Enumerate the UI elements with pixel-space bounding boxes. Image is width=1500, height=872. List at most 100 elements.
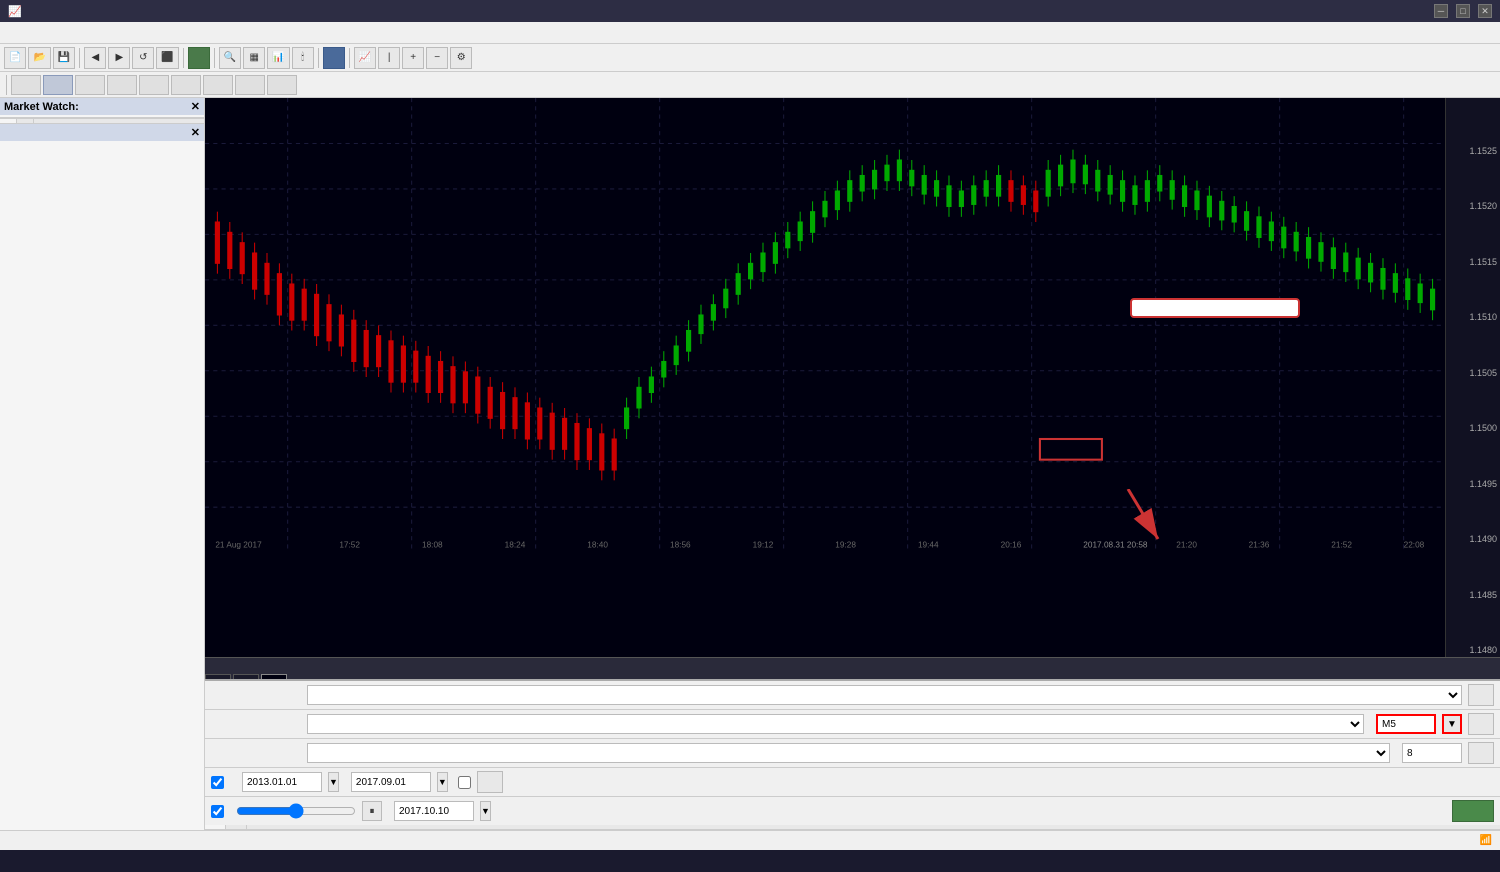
market-watch-close[interactable]: ✕ <box>191 100 200 113</box>
from-calendar[interactable]: ▼ <box>328 772 339 792</box>
market-watch-header: Market Watch: ✕ <box>0 98 204 115</box>
expert-properties-button[interactable] <box>1468 684 1494 706</box>
from-input[interactable] <box>242 772 322 792</box>
indicators-btn[interactable]: 📈 <box>354 47 376 69</box>
menu-bar <box>0 22 1500 44</box>
symbol-properties-button[interactable] <box>1468 713 1494 735</box>
svg-text:20:16: 20:16 <box>1001 540 1022 549</box>
menu-tools[interactable] <box>76 31 92 35</box>
bottom-tabs <box>205 825 1500 830</box>
svg-text:21:52: 21:52 <box>1331 540 1352 549</box>
annotation-box <box>1130 298 1300 318</box>
svg-text:18:40: 18:40 <box>587 540 608 549</box>
svg-text:21 Aug 2017: 21 Aug 2017 <box>215 540 262 549</box>
new-btn[interactable]: 📄 <box>4 47 26 69</box>
close-button[interactable]: ✕ <box>1478 4 1492 18</box>
period-input[interactable] <box>1376 714 1436 734</box>
status-right: 📶 <box>1384 835 1492 846</box>
model-select[interactable] <box>307 743 1390 763</box>
tf-m5[interactable] <box>43 75 73 95</box>
tf-h4[interactable] <box>171 75 201 95</box>
period-separators-btn[interactable]: | <box>378 47 400 69</box>
svg-text:19:12: 19:12 <box>753 540 774 549</box>
refresh-btn[interactable]: ↺ <box>132 47 154 69</box>
tf-h1[interactable] <box>139 75 169 95</box>
visual-row: ⏸ ▼ <box>205 797 1500 825</box>
menu-file[interactable] <box>4 31 20 35</box>
forward-btn[interactable]: ▶ <box>108 47 130 69</box>
app-icon: 📈 <box>8 5 22 18</box>
optimization-area <box>454 776 471 789</box>
svg-text:21:20: 21:20 <box>1176 540 1197 549</box>
tab-journal[interactable] <box>226 825 247 829</box>
skip-to-input[interactable] <box>394 801 474 821</box>
save-btn[interactable]: 💾 <box>53 47 75 69</box>
menu-window[interactable] <box>94 31 110 35</box>
navigator-tree <box>0 141 204 830</box>
tf-m30[interactable] <box>107 75 137 95</box>
modify-expert-button[interactable] <box>477 771 503 793</box>
price-l5: 1.1505 <box>1446 368 1500 378</box>
optimization-checkbox[interactable] <box>458 776 471 789</box>
to-calendar[interactable]: ▼ <box>437 772 448 792</box>
price-low: 1.1480 <box>1446 645 1500 655</box>
minimize-button[interactable]: ─ <box>1434 4 1448 18</box>
left-panel: Market Watch: ✕ ✕ <box>0 98 205 830</box>
tf-d1[interactable] <box>203 75 233 95</box>
skip-calendar[interactable]: ▼ <box>480 801 491 821</box>
symbol-row: ▼ <box>205 710 1500 739</box>
sep5 <box>349 48 350 68</box>
new-order-button[interactable] <box>188 47 210 69</box>
chart-container: 1.1525 1.1520 1.1515 1.1510 1.1505 1.150… <box>205 98 1500 830</box>
tf-m15[interactable] <box>75 75 105 95</box>
visual-mode-checkbox[interactable] <box>211 805 224 818</box>
chart-area[interactable]: 1.1525 1.1520 1.1515 1.1510 1.1505 1.150… <box>205 98 1500 657</box>
status-bar: 📶 <box>0 830 1500 850</box>
svg-text:17:52: 17:52 <box>339 540 360 549</box>
back-btn[interactable]: ◀ <box>84 47 106 69</box>
menu-charts[interactable] <box>58 31 74 35</box>
zoom-in-btn[interactable]: + <box>402 47 424 69</box>
sep2 <box>183 48 184 68</box>
menu-view[interactable] <box>22 31 38 35</box>
sep4 <box>318 48 319 68</box>
chart-svg: 21 Aug 2017 17:52 18:08 18:24 18:40 18:5… <box>205 98 1445 553</box>
visual-speed-slider[interactable] <box>236 805 356 817</box>
use-date-checkbox[interactable] <box>211 776 224 789</box>
open-btn[interactable]: 📂 <box>28 47 50 69</box>
chart-zoom-in[interactable]: 🔍 <box>219 47 241 69</box>
tf-w1[interactable] <box>235 75 265 95</box>
menu-insert[interactable] <box>40 31 56 35</box>
chart-bar-btn[interactable]: ▦ <box>243 47 265 69</box>
title-bar-controls: ─ □ ✕ <box>1434 4 1492 18</box>
to-input[interactable] <box>351 772 431 792</box>
svg-text:18:56: 18:56 <box>670 540 691 549</box>
price-l1: 1.1525 <box>1446 146 1500 156</box>
symbol-select[interactable] <box>307 714 1364 734</box>
chart-line-btn[interactable]: 📊 <box>267 47 289 69</box>
ea-select[interactable] <box>307 685 1462 705</box>
title-bar-left: 📈 <box>8 5 28 18</box>
tf-mn[interactable] <box>267 75 297 95</box>
zoom-out-btn[interactable]: − <box>426 47 448 69</box>
open-chart-button[interactable] <box>1468 742 1494 764</box>
main-toolbar: 📄 📂 💾 ◀ ▶ ↺ ⬛ 🔍 ▦ 📊 🕯 📈 | + − ⚙ <box>0 44 1500 72</box>
main-layout: Market Watch: ✕ ✕ <box>0 98 1500 830</box>
spread-input[interactable] <box>1402 743 1462 763</box>
tf-m1[interactable] <box>11 75 41 95</box>
price-l4: 1.1510 <box>1446 312 1500 322</box>
tab-settings[interactable] <box>205 825 226 829</box>
annotation-arrow <box>1098 489 1178 552</box>
period-dropdown[interactable]: ▼ <box>1442 714 1462 734</box>
strategy-tester-panel: ▼ ▼ ▼ <box>205 679 1500 830</box>
visual-pause[interactable]: ⏸ <box>362 801 382 821</box>
properties-btn[interactable]: ⚙ <box>450 47 472 69</box>
price-l9: 1.1485 <box>1446 590 1500 600</box>
stop-btn[interactable]: ⬛ <box>156 47 178 69</box>
chart-candle-btn[interactable]: 🕯 <box>292 47 314 69</box>
navigator-close[interactable]: ✕ <box>191 126 200 139</box>
autotrading-button[interactable] <box>323 47 345 69</box>
maximize-button[interactable]: □ <box>1456 4 1470 18</box>
start-button[interactable] <box>1452 800 1494 822</box>
menu-help[interactable] <box>112 31 128 35</box>
